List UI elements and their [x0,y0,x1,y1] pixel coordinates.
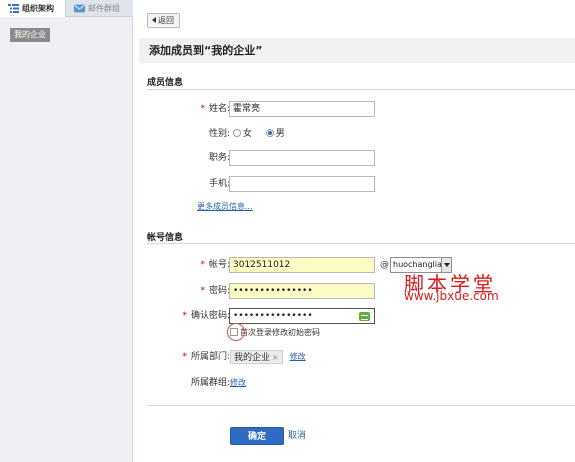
gender-male-radio[interactable] [265,129,274,137]
name-row: * 姓名: 霍常亮 [133,101,575,117]
tab-org-structure[interactable]: 组织架构 [0,0,66,17]
required-mark: * [182,311,187,321]
gender-row: 性别: 女 男 [133,126,575,142]
required-mark: * [200,260,205,270]
group-edit-link[interactable]: 修改 [230,375,246,391]
name-field[interactable]: 霍常亮 [229,101,375,117]
tab-mail-groups-label: 邮件群组 [88,4,120,13]
confirm-password-value: ••••••••••••••• [233,311,313,321]
group-row: 所属群组: 修改 [133,375,575,391]
back-button-label: 返回 [158,16,174,25]
gender-female-radio[interactable] [233,129,241,137]
account-row: * 帐号: 3012511012 @ huochanglia [133,257,575,273]
department-row: * 所属部门: 我的企业 × 修改 [133,349,575,365]
confirm-password-label: * 确认密码: [182,311,230,321]
page-title: 添加成员到“我的企业” [149,44,263,57]
org-tree-icon [8,4,19,13]
cancel-link[interactable]: 取消 [288,427,306,445]
position-label: 职务: [208,153,230,163]
left-tabs: 组织架构 邮件群组 [0,0,133,17]
department-value: 我的企业 × 修改 [230,349,306,365]
keyboard-icon[interactable] [359,312,370,321]
name-label: * 姓名: [200,104,230,114]
account-info-divider [147,243,575,244]
group-label: 所属群组: [190,378,230,388]
password-row: * 密码: ••••••••••••••• [133,283,575,299]
confirm-button[interactable]: 确定 [230,427,284,445]
tab-org-structure-label: 组织架构 [22,4,54,13]
member-info-divider [147,89,575,90]
gender-label: 性别: [208,129,230,139]
member-info-heading: 成员信息 [147,78,184,88]
first-login-label: 首次登录修改初始密码 [240,328,320,337]
account-label: * 帐号: [200,260,230,270]
at-sign: @ [380,260,389,270]
department-edit-link[interactable]: 修改 [290,352,306,361]
highlight-circle [227,323,245,341]
back-button[interactable]: 返回 [147,13,180,28]
department-label: * 所属部门: [182,352,230,362]
watermark-url: www.jbxue.com [404,289,499,303]
gender-female-label: 女 [243,129,253,139]
org-tree-item-my-enterprise[interactable]: 我的企业 [10,28,50,42]
mail-group-icon [74,4,85,13]
mobile-label: 手机: [208,179,230,189]
required-mark: * [200,286,205,296]
confirm-password-field[interactable]: ••••••••••••••• [229,308,375,324]
gender-male-label: 男 [275,129,285,139]
left-panel: 组织架构 邮件群组 我的企业 [0,0,133,462]
back-arrow-icon [152,17,156,23]
more-member-info-link[interactable]: 更多成员信息... [197,199,253,215]
gender-options: 女 男 [233,126,285,142]
position-row: 职务: [133,150,575,166]
password-label: * 密码: [200,286,230,296]
tab-mail-groups[interactable]: 邮件群组 [66,0,133,17]
account-info-heading: 帐号信息 [147,233,184,243]
footer-divider [147,405,575,406]
page-title-bar: 添加成员到“我的企业” [139,38,575,63]
remove-tag-icon[interactable]: × [272,353,279,362]
department-tag: 我的企业 × [230,349,283,364]
mobile-row: 手机: [133,176,575,192]
main-panel: 返回 添加成员到“我的企业” 成员信息 * 姓名: 霍常亮 性别: 女 男 职务:… [133,0,575,462]
confirm-password-row: * 确认密码: ••••••••••••••• [133,308,575,324]
required-mark: * [200,104,205,114]
mobile-field[interactable] [229,176,375,192]
more-info-row: 更多成员信息... [133,199,575,215]
position-field[interactable] [229,150,375,166]
required-mark: * [182,352,187,362]
first-login-row: 首次登录修改初始密码 [133,325,575,341]
password-field[interactable]: ••••••••••••••• [229,283,375,299]
account-field[interactable]: 3012511012 [229,257,375,273]
